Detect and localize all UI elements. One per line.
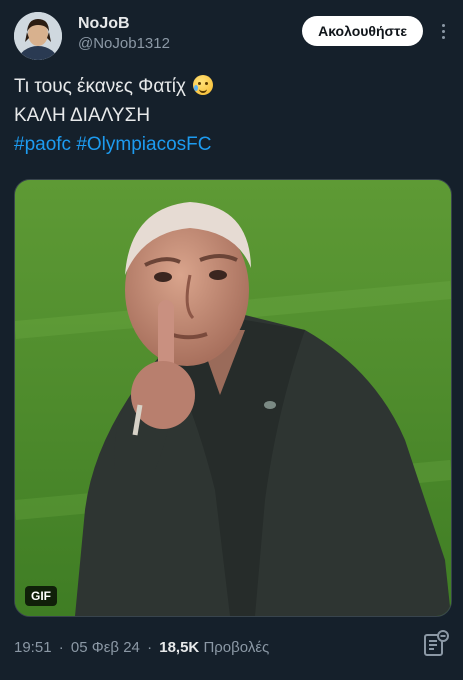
avatar[interactable] (14, 12, 62, 60)
views-label: Προβολές (203, 639, 270, 656)
tweet-metadata: 19:51 · 05 Φεβ 24 · 18,5K Προβολές (14, 637, 269, 659)
tweet-date[interactable]: 05 Φεβ 24 (71, 639, 140, 656)
views-count: 18,5K (159, 639, 200, 656)
display-name[interactable]: NoJoB (78, 14, 170, 34)
tweet-time[interactable]: 19:51 (14, 639, 52, 656)
tweet-text: Τι τους έκανες Φατίχ ΚΑΛΗ ΔΙΑΛΥΣΗ #paofc… (14, 72, 449, 159)
tweet-line-2: ΚΑΛΗ ΔΙΑΛΥΣΗ (14, 105, 151, 126)
tweet-line-1: Τι τους έκανες Φατίχ (14, 72, 449, 101)
meta-separator: · (147, 639, 153, 656)
hashtag-link[interactable]: #OlympiacosFC (76, 134, 211, 155)
user-handle[interactable]: @NoJob1312 (78, 34, 170, 54)
follow-button[interactable]: Ακολουθήστε (302, 16, 423, 46)
tweet-media-gif[interactable]: GIF (14, 179, 452, 617)
analytics-icon[interactable] (423, 630, 449, 658)
more-icon[interactable] (433, 18, 453, 44)
avatar-image (14, 12, 62, 60)
tweet-hashtags: #paofc #OlympiacosFC (14, 130, 449, 159)
gif-image (15, 180, 451, 616)
meta-separator: · (58, 639, 64, 656)
user-names: NoJoB @NoJob1312 (78, 14, 170, 54)
gif-badge: GIF (25, 586, 57, 606)
hashtag-link[interactable]: #paofc (14, 134, 71, 155)
face-holding-back-tears-icon (193, 75, 214, 95)
tweet-header: NoJoB @NoJob1312 Ακολουθήστε (14, 12, 453, 62)
tweet-line-1-text: Τι τους έκανες Φατίχ (14, 76, 187, 97)
